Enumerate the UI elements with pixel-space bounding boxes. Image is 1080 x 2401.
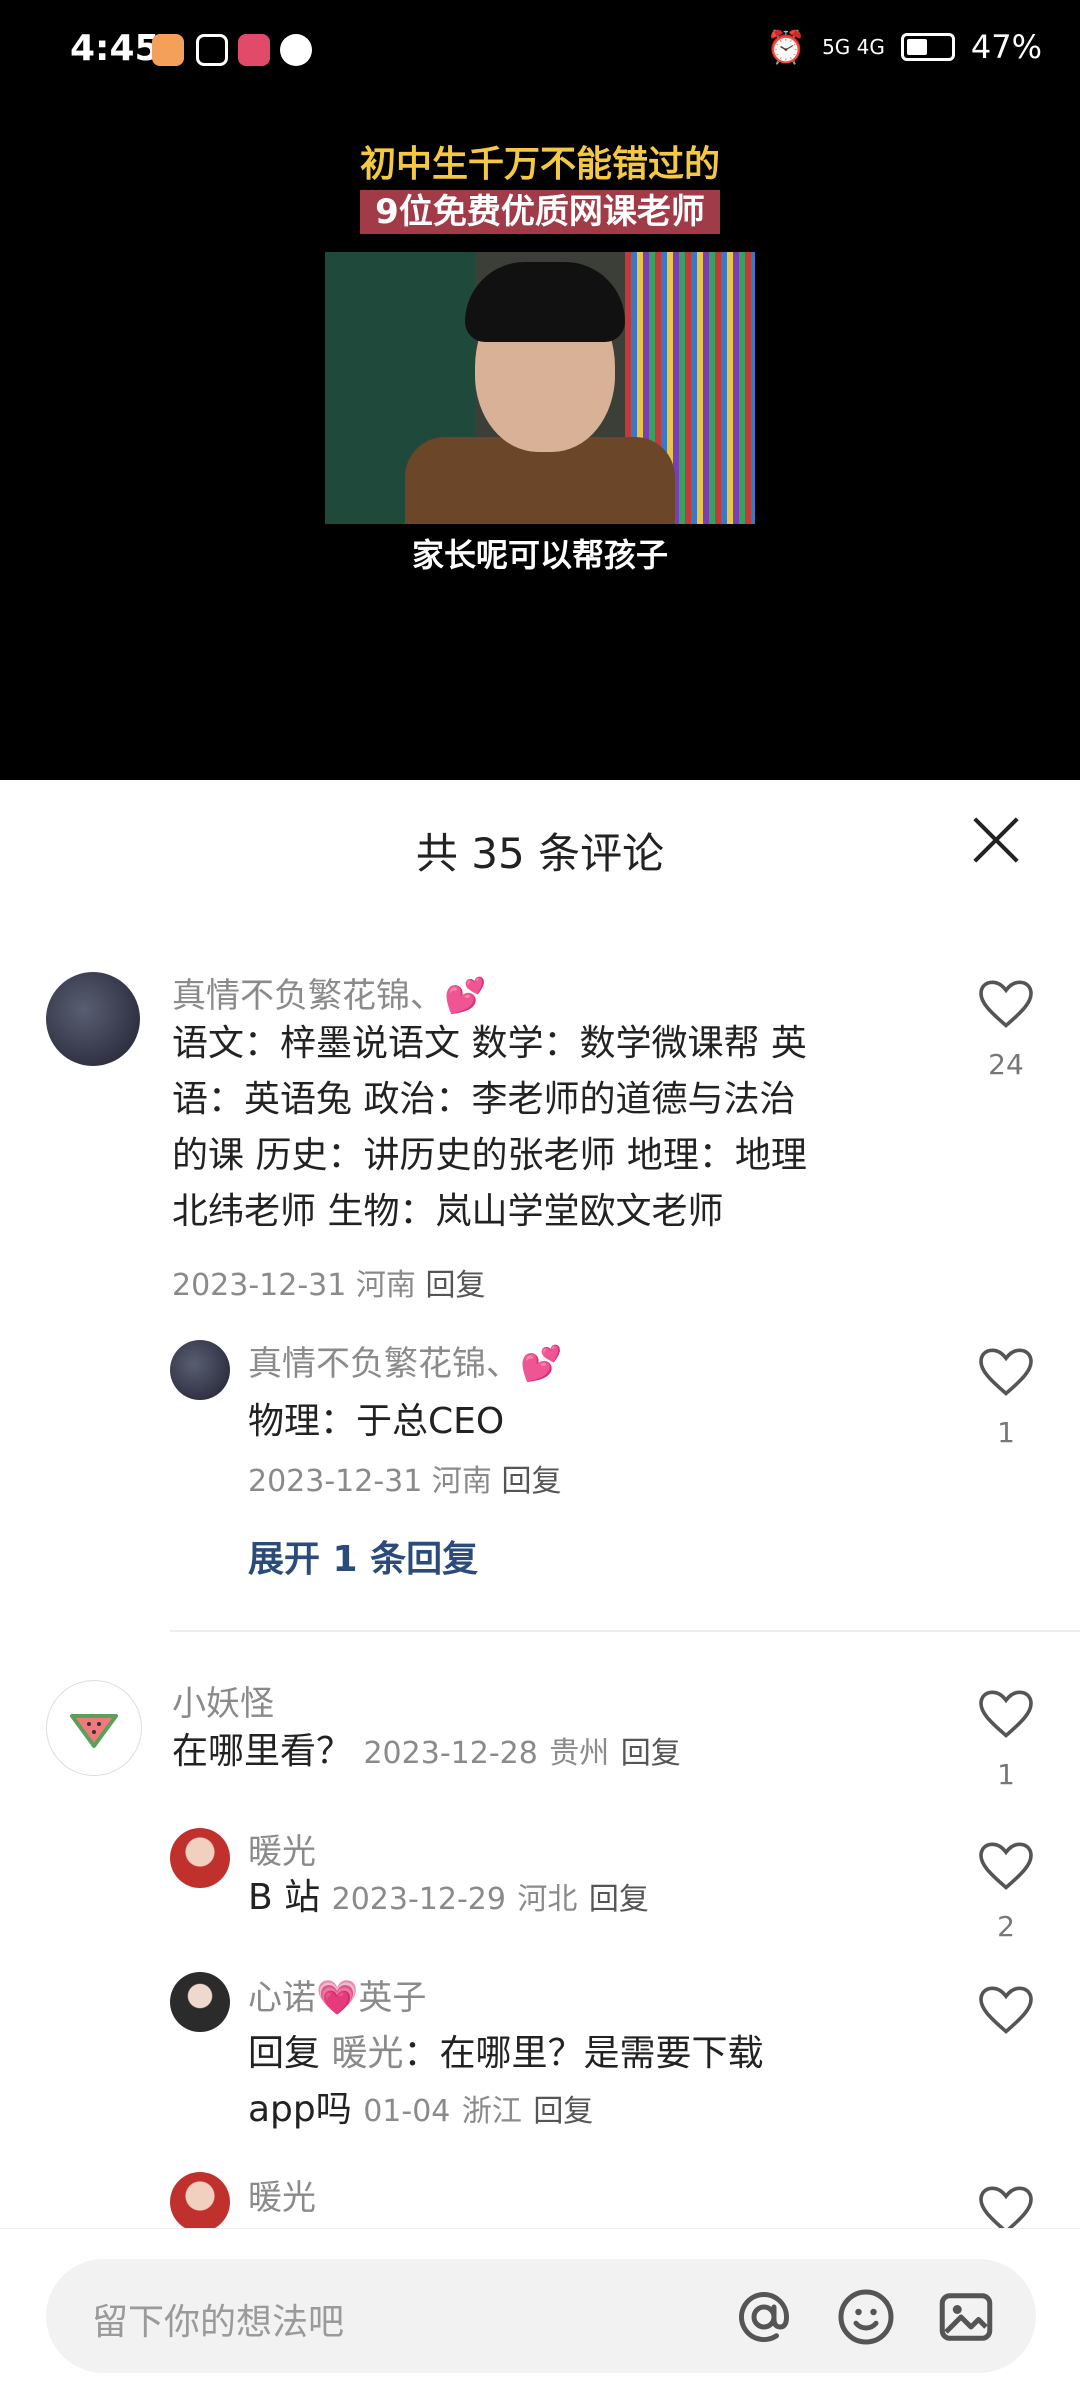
heart-emoji: 💕	[444, 976, 487, 1016]
comment-username[interactable]: 真情不负繁花锦、💕	[248, 1336, 562, 1385]
watermelon-icon	[70, 1714, 118, 1748]
expand-replies-button[interactable]: 展开 1 条回复	[248, 1530, 478, 1582]
like-heart-icon[interactable]	[978, 1986, 1034, 2036]
avatar[interactable]	[170, 1972, 230, 2032]
comments-count-title: 共 35 条评论	[415, 829, 665, 878]
comment-input-bar: 留下你的想法吧	[0, 2228, 1080, 2401]
comment-username[interactable]: 小妖怪	[172, 1676, 274, 1725]
comment-text: 物理：于总CEO	[248, 1401, 505, 1442]
image-icon[interactable]	[936, 2287, 996, 2347]
avatar[interactable]	[170, 2172, 230, 2232]
video-player[interactable]: 初中生千万不能错过的 9位免费优质网课老师 家长呢可以帮孩子	[0, 100, 1080, 780]
avatar[interactable]	[46, 972, 140, 1066]
video-title-line1: 初中生千万不能错过的	[359, 144, 720, 185]
comment-text: B 站 2023-12-29 河北 回复	[248, 1877, 649, 1918]
video-frame	[325, 252, 755, 524]
like-count: 1	[997, 1758, 1015, 1791]
comment-username[interactable]: 暖光	[248, 1824, 316, 1873]
heart-emoji: 💕	[520, 1344, 563, 1384]
status-time: 4:45	[70, 28, 160, 69]
app-notification-icon	[152, 34, 184, 66]
comment-username[interactable]: 暖光	[248, 2170, 316, 2219]
avatar[interactable]	[170, 1828, 230, 1888]
like-heart-icon[interactable]	[978, 980, 1034, 1030]
comment-text: 在哪里看？ 2023-12-28 贵州 回复	[172, 1731, 681, 1772]
reply-button[interactable]: 回复	[621, 1736, 681, 1771]
teacher-hair	[465, 262, 625, 342]
comment-input-placeholder: 留下你的想法吧	[92, 2302, 345, 2343]
reply-button[interactable]: 回复	[425, 1268, 485, 1303]
message-notification-icon	[280, 34, 312, 66]
comments-panel: 共 35 条评论 真情不负繁花锦、💕 语文：梓墨说语文 数学：数学微课帮 英 语…	[0, 780, 1080, 2234]
like-heart-icon[interactable]	[978, 1690, 1034, 1740]
reply-button[interactable]: 回复	[589, 1882, 649, 1917]
close-icon[interactable]	[966, 810, 1026, 870]
alarm-icon: ⏰	[766, 28, 807, 66]
comment-input[interactable]: 留下你的想法吧	[46, 2259, 1036, 2373]
like-count: 24	[988, 1048, 1024, 1081]
comment-text: 语文：梓墨说语文 数学：数学微课帮 英 语：英语兔 政治：李老师的道德与法治 的…	[172, 1023, 807, 1232]
comment-text: 回复 暖光：在哪里？是需要下载 app吗 01-04 浙江 回复	[248, 2033, 764, 2130]
video-subtitle: 家长呢可以帮孩子	[411, 536, 668, 574]
reply-button[interactable]: 回复	[533, 2094, 593, 2129]
divider	[170, 1630, 1080, 1632]
battery-icon	[900, 33, 955, 61]
link-notification-icon	[196, 34, 228, 66]
like-heart-icon[interactable]	[978, 1842, 1034, 1892]
shop-notification-icon	[238, 34, 270, 66]
video-title-line2: 9位免费优质网课老师	[360, 190, 720, 234]
heart-emoji: 💗	[316, 1978, 359, 2018]
comment-username[interactable]: 真情不负繁花锦、💕	[172, 968, 486, 1017]
comment-meta: 2023-12-31 河南 回复	[248, 1464, 562, 1499]
reply-button[interactable]: 回复	[501, 1464, 561, 1499]
status-bar: 4:45 ⏰ 5G 4G 47%	[0, 0, 1080, 100]
like-heart-icon[interactable]	[978, 1348, 1034, 1398]
signal-icon: 5G 4G	[822, 35, 885, 59]
emoji-icon[interactable]	[836, 2287, 896, 2347]
like-count: 1	[997, 1416, 1015, 1449]
at-mention-icon[interactable]	[734, 2287, 794, 2347]
like-count: 2	[997, 1910, 1015, 1943]
avatar[interactable]	[170, 1340, 230, 1400]
comment-username[interactable]: 心诺💗英子	[248, 1970, 426, 2019]
battery-percent: 47%	[970, 28, 1042, 66]
avatar[interactable]	[46, 1680, 142, 1776]
comment-meta: 2023-12-31 河南 回复	[172, 1268, 486, 1303]
